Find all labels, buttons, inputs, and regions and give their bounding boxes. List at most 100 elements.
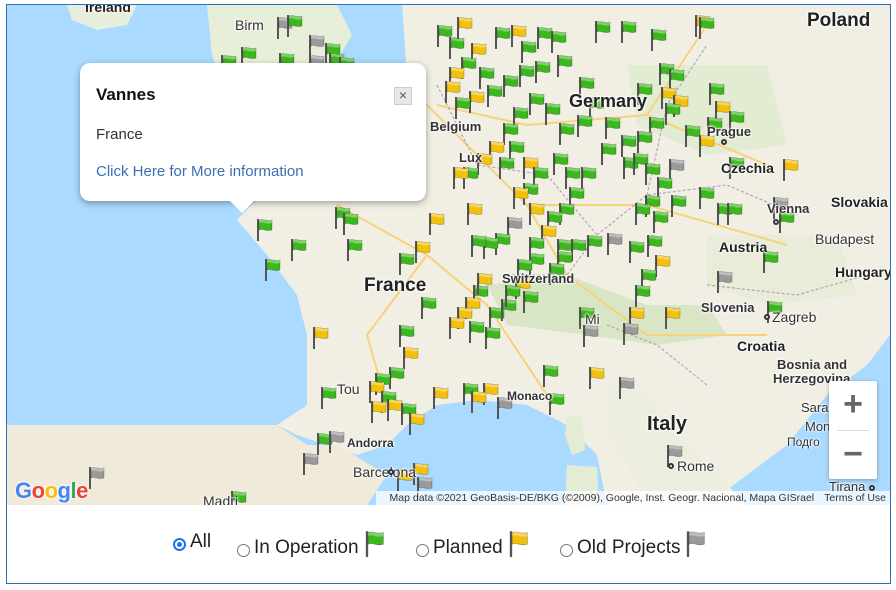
filter-radio[interactable]: [237, 543, 250, 557]
planned-flag-marker[interactable]: [663, 305, 681, 329]
operation-flag-marker[interactable]: [633, 283, 651, 307]
filter-option-all[interactable]: All: [173, 531, 211, 553]
operation-flag-marker[interactable]: [483, 325, 501, 349]
operation-flag-marker[interactable]: [649, 27, 667, 51]
map-attribution: Map data ©2021 GeoBasis-DE/BKG (©2009), …: [375, 491, 890, 505]
operation-flag-marker[interactable]: [599, 141, 617, 165]
operation-flag-marker[interactable]: [543, 101, 561, 125]
filter-option-in-operation[interactable]: In Operation: [237, 531, 385, 565]
planned-flag-marker[interactable]: [431, 385, 449, 409]
label-zagreb: Zagreb: [772, 309, 817, 325]
popup-country: France: [96, 126, 143, 143]
operation-flag-marker[interactable]: [593, 19, 611, 43]
operation-flag-marker[interactable]: [501, 73, 519, 97]
operation-flag-marker[interactable]: [255, 217, 273, 241]
operation-flag-marker[interactable]: [627, 239, 645, 263]
operation-flag-marker[interactable]: [697, 15, 715, 39]
city-dot-rome: [668, 463, 674, 469]
operation-flag-marker[interactable]: [517, 63, 535, 87]
operation-flag-marker[interactable]: [503, 283, 521, 307]
operation-flag-marker[interactable]: [527, 91, 545, 115]
operation-flag-marker[interactable]: [485, 83, 503, 107]
operation-flag-marker[interactable]: [603, 115, 621, 139]
operation-flag-marker[interactable]: [419, 295, 437, 319]
planned-flag-marker[interactable]: [451, 165, 469, 189]
operation-flag-marker[interactable]: [319, 385, 337, 409]
planned-flag-marker[interactable]: [781, 157, 799, 181]
planned-flag-marker[interactable]: [511, 185, 529, 209]
label-toulouse: Tou: [337, 381, 360, 397]
operation-flag-marker[interactable]: [725, 201, 743, 225]
operation-flag-marker[interactable]: [397, 251, 415, 275]
planned-flag-marker[interactable]: [427, 211, 445, 235]
operation-flag-marker[interactable]: [549, 29, 567, 53]
planned-flag-marker[interactable]: [469, 389, 487, 413]
operation-flag-marker[interactable]: [527, 235, 545, 259]
operation-flag-icon: [363, 529, 385, 563]
filter-radio[interactable]: [173, 537, 186, 551]
label-podgorica: Подго: [787, 435, 820, 449]
filter-radio[interactable]: [416, 543, 429, 557]
operation-flag-marker[interactable]: [575, 113, 593, 137]
operation-flag-marker[interactable]: [497, 155, 515, 179]
planned-flag-marker[interactable]: [465, 201, 483, 225]
operation-flag-marker[interactable]: [345, 237, 363, 261]
zoom-out-button[interactable]: −: [829, 431, 877, 479]
old-flag-marker[interactable]: [621, 321, 639, 345]
operation-flag-marker[interactable]: [541, 363, 559, 387]
planned-flag-marker[interactable]: [413, 239, 431, 263]
planned-flag-marker[interactable]: [369, 399, 387, 423]
operation-flag-marker[interactable]: [521, 289, 539, 313]
filter-radio[interactable]: [560, 543, 573, 557]
old-flag-marker[interactable]: [327, 429, 345, 453]
operation-flag-marker[interactable]: [669, 193, 687, 217]
filter-option-planned[interactable]: Planned: [416, 531, 529, 565]
operation-flag-marker[interactable]: [263, 257, 281, 281]
planned-flag-marker[interactable]: [475, 271, 493, 295]
operation-flag-marker[interactable]: [469, 233, 487, 257]
popup-close-button[interactable]: ×: [394, 87, 412, 105]
planned-flag-marker[interactable]: [587, 365, 605, 389]
google-logo[interactable]: Google: [15, 478, 88, 504]
city-dot-prague: [721, 139, 727, 145]
old-flag-marker[interactable]: [87, 465, 105, 489]
operation-flag-marker[interactable]: [663, 101, 681, 125]
planned-flag-marker[interactable]: [447, 315, 465, 339]
planned-flag-marker[interactable]: [455, 15, 473, 39]
label-vienna: Vienna: [767, 201, 810, 216]
city-dot-barcelona: [388, 469, 394, 475]
map-canvas[interactable]: Ireland Poland Germany Belgium Lux Czech…: [7, 5, 890, 505]
planned-flag-marker[interactable]: [311, 325, 329, 349]
zoom-control: + −: [829, 381, 877, 479]
terms-of-use-link[interactable]: Terms of Use: [824, 492, 886, 504]
operation-flag-marker[interactable]: [585, 233, 603, 257]
old-flag-marker[interactable]: [715, 269, 733, 293]
filter-option-old-projects[interactable]: Old Projects: [560, 531, 706, 565]
operation-flag-marker[interactable]: [697, 185, 715, 209]
label-budapest: Budapest: [815, 231, 875, 247]
old-flag-marker[interactable]: [301, 451, 319, 475]
label-rome: Rome: [677, 458, 715, 474]
map-widget: Ireland Poland Germany Belgium Lux Czech…: [6, 4, 891, 584]
operation-flag-marker[interactable]: [651, 209, 669, 233]
popup-title: Vannes: [96, 85, 156, 104]
operation-flag-marker[interactable]: [555, 53, 573, 77]
operation-flag-marker[interactable]: [633, 201, 651, 225]
operation-flag-marker[interactable]: [289, 237, 307, 261]
operation-flag-marker[interactable]: [285, 13, 303, 37]
popup-more-info-link[interactable]: Click Here for More information: [96, 163, 304, 180]
operation-flag-marker[interactable]: [619, 19, 637, 43]
operation-flag-marker[interactable]: [533, 59, 551, 83]
operation-flag-marker[interactable]: [397, 323, 415, 347]
operation-flag-marker[interactable]: [635, 129, 653, 153]
planned-flag-marker[interactable]: [443, 79, 461, 103]
label-slovenia: Slovenia: [701, 300, 755, 315]
filter-label: Planned: [433, 537, 503, 558]
operation-flag-marker[interactable]: [341, 211, 359, 235]
old-flag-marker[interactable]: [605, 231, 623, 255]
label-birmingham: Birm: [235, 17, 264, 33]
old-flag-marker[interactable]: [617, 375, 635, 399]
zoom-in-button[interactable]: +: [829, 381, 877, 429]
label-sarajevo: Sara: [801, 400, 829, 415]
planned-flag-marker[interactable]: [407, 411, 425, 435]
